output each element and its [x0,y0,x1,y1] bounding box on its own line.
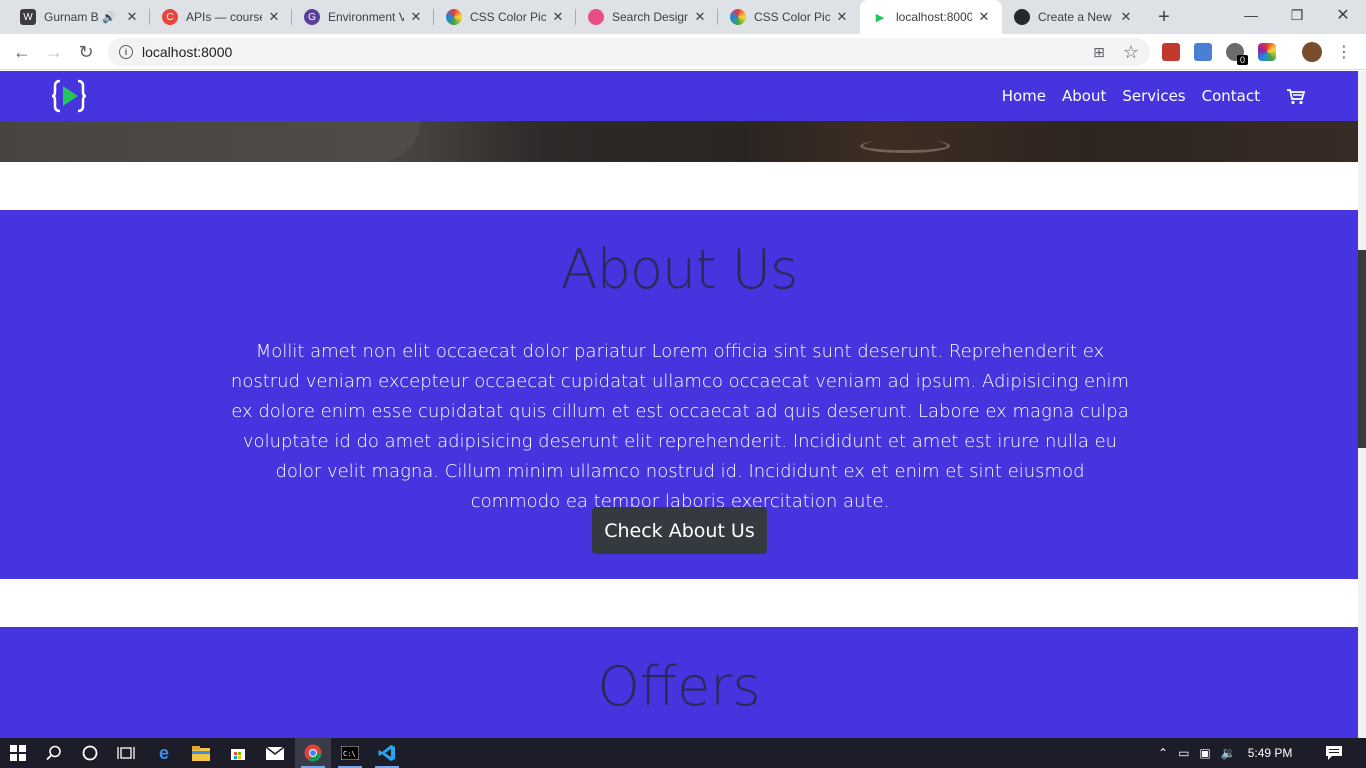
tab-close-icon[interactable]: ✕ [692,9,708,25]
chrome-icon[interactable] [295,738,331,768]
browser-tab[interactable]: Search Design ✕ [576,0,718,34]
play-favicon-icon: ▶ [875,11,885,24]
hero-image-shape [0,121,420,162]
forward-icon[interactable]: → [42,40,66,64]
tab-close-icon[interactable]: ✕ [124,9,140,25]
show-hidden-icons-icon[interactable]: ⌃ [1158,746,1168,760]
edge-icon[interactable]: e [146,738,182,768]
network-icon[interactable]: ▣ [1199,746,1210,760]
tab-close-icon[interactable]: ✕ [266,9,282,25]
site-navbar: Home About Services Contact [0,71,1358,121]
color-picker-extension-icon[interactable] [1258,43,1276,61]
tab-favicon-icon: W [20,9,36,25]
close-window-icon[interactable]: ✕ [1320,0,1366,30]
tab-title: localhost:8000 [896,10,972,24]
cart-icon[interactable] [1287,89,1305,105]
browser-tab[interactable]: G Environment V ✕ [292,0,434,34]
windows-start-icon[interactable] [0,738,36,768]
browser-tab[interactable]: Create a New ✕ [1002,0,1144,34]
audio-playing-icon[interactable]: 🔊 [102,11,116,24]
minimize-icon[interactable]: — [1228,0,1274,30]
browser-tab-active[interactable]: ▶ localhost:8000 ✕ [860,0,1002,34]
cortana-icon[interactable] [72,738,108,768]
volume-icon[interactable]: 🔉 [1221,746,1236,760]
nav-link-home[interactable]: Home [1002,87,1046,105]
file-explorer-icon[interactable] [183,738,219,768]
back-icon[interactable]: ← [10,40,34,64]
check-about-us-button[interactable]: Check About Us [592,507,767,554]
nav-link-about[interactable]: About [1062,87,1106,105]
hero-image [0,121,1358,162]
about-heading: About Us [560,238,798,301]
svg-text:C:\: C:\ [343,750,356,758]
tab-close-icon[interactable]: ✕ [408,9,424,25]
tab-close-icon[interactable]: ✕ [550,9,566,25]
tab-close-icon[interactable]: ✕ [976,9,992,25]
nav-link-contact[interactable]: Contact [1202,87,1260,105]
store-icon[interactable] [220,738,256,768]
task-view-icon[interactable] [108,738,144,768]
address-url[interactable]: localhost:8000 [142,44,232,60]
address-bar[interactable]: i localhost:8000 [108,38,1150,66]
search-icon[interactable] [36,738,72,768]
hero-image-shape [860,139,950,153]
system-tray: ⌃ ▭ ▣ 🔉 5:49 PM [1158,738,1292,768]
dribbble-favicon-icon [588,9,604,25]
scrollbar-thumb[interactable] [1358,250,1366,448]
tab-favicon-icon: C [162,9,178,25]
offers-section: Offers [0,627,1358,738]
tab-title: Create a New [1038,10,1112,24]
tab-favicon-icon: G [304,9,320,25]
browser-toolbar: ← → ↻ i localhost:8000 ⊞ ☆ ⋮ [0,34,1366,70]
restore-icon[interactable]: ❐ [1274,0,1320,30]
action-center-icon[interactable] [1316,738,1352,768]
google-translate-icon[interactable] [1194,43,1212,61]
new-tab-button[interactable]: + [1152,5,1176,29]
browser-tab[interactable]: CSS Color Pick ✕ [434,0,576,34]
menu-icon[interactable]: ⋮ [1332,40,1356,64]
bookmark-star-icon[interactable]: ☆ [1119,40,1143,64]
windows-taskbar: e C:\ ⌃ ▭ ▣ 🔉 5:49 PM [0,738,1366,768]
tab-close-icon[interactable]: ✕ [834,9,850,25]
about-body: Mollit amet non elit occaecat dolor pari… [230,341,1130,512]
browser-tab[interactable]: CSS Color Pick ✕ [718,0,860,34]
terminal-icon[interactable]: C:\ [332,738,368,768]
tab-favicon-icon [446,9,462,25]
about-section: About Us Mollit amet non elit occaecat d… [0,210,1358,579]
tab-title: Environment V [328,10,404,24]
nav-link-services[interactable]: Services [1122,87,1185,105]
mail-icon[interactable] [257,738,293,768]
site-logo-icon[interactable] [52,78,86,114]
tab-title: Search Design [612,10,688,24]
extension-icon[interactable] [1162,43,1180,61]
avatar[interactable] [1302,42,1322,62]
reload-icon[interactable]: ↻ [74,40,98,64]
offers-heading: Offers [597,655,761,718]
site-info-icon[interactable]: i [119,45,133,59]
tab-favicon-icon [730,9,746,25]
browser-tab-strip: W Gurnam B 🔊 ✕ C APIs — course ✕ G Envir… [0,0,1366,34]
tab-title: Gurnam B [44,10,99,24]
browser-tab[interactable]: C APIs — course ✕ [150,0,292,34]
power-icon[interactable]: ▭ [1178,746,1189,760]
tab-title: CSS Color Pick [470,10,546,24]
nav-links: Home About Services Contact [986,71,1296,121]
tab-close-icon[interactable]: ✕ [1118,9,1134,25]
tab-title: CSS Color Pick [754,10,830,24]
clock-time[interactable]: 5:49 PM [1248,746,1293,760]
translate-icon[interactable]: ⊞ [1087,40,1111,64]
page-viewport: Home About Services Contact About Us Mol… [0,71,1358,738]
vscode-icon[interactable] [369,738,405,768]
extension-badge: 0 [1237,55,1249,65]
tab-title: APIs — course [186,10,262,24]
github-favicon-icon [1014,9,1030,25]
browser-tab[interactable]: W Gurnam B 🔊 ✕ [8,0,150,34]
